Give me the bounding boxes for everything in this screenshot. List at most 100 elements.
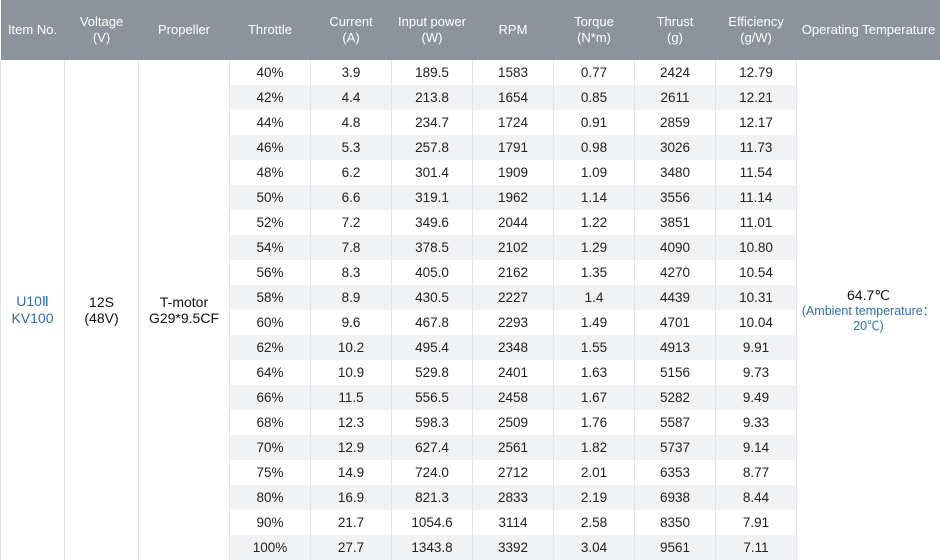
current-cell: 10.9: [310, 360, 392, 385]
voltage-volts: (48V): [84, 310, 119, 326]
efficiency-cell: 11.54: [715, 160, 797, 185]
efficiency-cell: 11.73: [715, 135, 797, 160]
current-cell: 9.6: [310, 310, 392, 335]
current-cell: 8.3: [310, 260, 392, 285]
header-label: Item No.: [7, 22, 58, 37]
torque-cell: 1.67: [553, 385, 635, 410]
torque-cell: 1.82: [553, 435, 635, 460]
efficiency-cell: 11.14: [715, 185, 797, 210]
input-power-cell: 821.3: [391, 485, 473, 510]
header-unit: (V): [92, 30, 111, 45]
propeller-cell: T-motor G29*9.5CF: [138, 60, 230, 560]
thrust-cell: 6938: [634, 485, 716, 510]
rpm-cell: 1791: [472, 135, 554, 160]
ambient-temperature-note: (Ambient temperature：20℃): [801, 303, 936, 333]
input-power-cell: 378.5: [391, 235, 473, 260]
rpm-cell: 2227: [472, 285, 554, 310]
current-cell: 8.9: [310, 285, 392, 310]
throttle-cell: 66%: [229, 385, 311, 410]
thrust-cell: 3556: [634, 185, 716, 210]
thrust-cell: 2611: [634, 85, 716, 110]
current-cell: 14.9: [310, 460, 392, 485]
torque-cell: 1.09: [553, 160, 635, 185]
efficiency-cell: 8.77: [715, 460, 797, 485]
header-torque: Torque (N*m): [553, 0, 635, 60]
throttle-cell: 60%: [229, 310, 311, 335]
torque-cell: 2.01: [553, 460, 635, 485]
header-throttle: Throttle: [229, 0, 311, 60]
thrust-cell: 3480: [634, 160, 716, 185]
rpm-cell: 1654: [472, 85, 554, 110]
input-power-cell: 556.5: [391, 385, 473, 410]
thrust-cell: 4913: [634, 335, 716, 360]
thrust-cell: 5156: [634, 360, 716, 385]
current-cell: 21.7: [310, 510, 392, 535]
efficiency-cell: 9.14: [715, 435, 797, 460]
input-power-cell: 467.8: [391, 310, 473, 335]
current-cell: 6.6: [310, 185, 392, 210]
header-label: Input power: [398, 14, 466, 29]
torque-cell: 3.04: [553, 535, 635, 560]
rpm-cell: 2561: [472, 435, 554, 460]
current-cell: 7.2: [310, 210, 392, 235]
thrust-cell: 2424: [634, 60, 716, 85]
throttle-cell: 40%: [229, 60, 311, 85]
header-thrust: Thrust (g): [634, 0, 716, 60]
rpm-cell: 2044: [472, 210, 554, 235]
input-power-cell: 405.0: [391, 260, 473, 285]
item-model: U10Ⅱ: [16, 293, 49, 309]
efficiency-cell: 12.79: [715, 60, 797, 85]
input-power-cell: 213.8: [391, 85, 473, 110]
header-label: Efficiency: [728, 14, 784, 29]
input-power-cell: 301.4: [391, 160, 473, 185]
header-label: RPM: [498, 22, 528, 37]
input-power-cell: 189.5: [391, 60, 473, 85]
header-operating-temperature: Operating Temperature: [796, 0, 940, 60]
voltage-cell: 12S (48V): [64, 60, 139, 560]
torque-cell: 0.91: [553, 110, 635, 135]
header-label: Thrust: [656, 14, 694, 29]
throttle-cell: 62%: [229, 335, 311, 360]
header-item-no: Item No.: [0, 0, 65, 60]
rpm-cell: 1962: [472, 185, 554, 210]
header-label: Throttle: [247, 22, 293, 37]
rpm-cell: 2458: [472, 385, 554, 410]
rpm-cell: 1583: [472, 60, 554, 85]
header-unit: (g): [667, 30, 683, 45]
throttle-cell: 64%: [229, 360, 311, 385]
throttle-cell: 58%: [229, 285, 311, 310]
current-cell: 4.4: [310, 85, 392, 110]
operating-temperature-cell: 64.7℃ (Ambient temperature：20℃): [796, 60, 940, 560]
torque-cell: 2.19: [553, 485, 635, 510]
throttle-cell: 68%: [229, 410, 311, 435]
current-cell: 11.5: [310, 385, 392, 410]
torque-cell: 1.22: [553, 210, 635, 235]
current-cell: 4.8: [310, 110, 392, 135]
item-kv: KV100: [11, 310, 54, 326]
throttle-cell: 70%: [229, 435, 311, 460]
input-power-cell: 598.3: [391, 410, 473, 435]
efficiency-cell: 7.91: [715, 510, 797, 535]
thrust-cell: 2859: [634, 110, 716, 135]
efficiency-cell: 10.80: [715, 235, 797, 260]
torque-cell: 0.77: [553, 60, 635, 85]
input-power-cell: 430.5: [391, 285, 473, 310]
current-cell: 6.2: [310, 160, 392, 185]
input-power-cell: 495.4: [391, 335, 473, 360]
rpm-cell: 1724: [472, 110, 554, 135]
thrust-cell: 6353: [634, 460, 716, 485]
input-power-cell: 257.8: [391, 135, 473, 160]
thrust-cell: 5282: [634, 385, 716, 410]
throttle-cell: 42%: [229, 85, 311, 110]
header-row: Item No. Voltage (V) Propeller Throttle Curre…: [0, 0, 940, 60]
input-power-cell: 1343.8: [391, 535, 473, 560]
current-cell: 12.9: [310, 435, 392, 460]
current-cell: 16.9: [310, 485, 392, 510]
efficiency-cell: 9.49: [715, 385, 797, 410]
throttle-cell: 48%: [229, 160, 311, 185]
input-power-cell: 724.0: [391, 460, 473, 485]
input-power-cell: 349.6: [391, 210, 473, 235]
header-unit: (W): [421, 30, 443, 45]
throttle-cell: 80%: [229, 485, 311, 510]
header-rpm: RPM: [472, 0, 554, 60]
